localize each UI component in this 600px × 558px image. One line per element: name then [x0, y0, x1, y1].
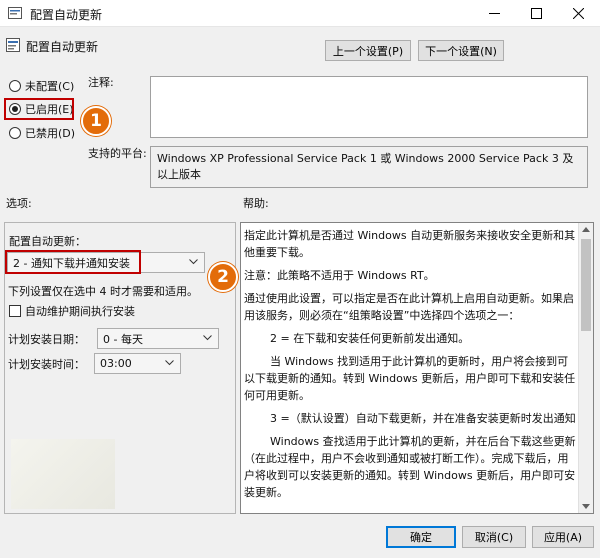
radio-dot	[9, 80, 21, 92]
help-paragraph: 2 = 在下载和安装任何更新前发出通知。	[270, 332, 470, 345]
configure-highlight-box	[5, 250, 141, 274]
policy-setting-icon	[6, 38, 20, 52]
options-panel: 配置自动更新： 2 - 通知下载并通知安装 下列设置仅在选中 4 时才需要和适用…	[4, 222, 236, 514]
chevron-down-icon	[203, 335, 212, 341]
maintenance-checkbox[interactable]: 自动维护期间执行安装	[9, 303, 135, 319]
radio-not-configured[interactable]: 未配置(C)	[9, 78, 74, 94]
time-label: 计划安装时间：	[8, 358, 85, 371]
day-select-value: 0 - 每天	[103, 332, 143, 346]
help-paragraph: 当 Windows 找到适用于此计算机的更新时，用户将会接到可以下载更新的通知。…	[244, 355, 576, 402]
day-select[interactable]: 0 - 每天	[97, 328, 219, 349]
policy-app-icon	[8, 7, 22, 19]
help-paragraph: 指定此计算机是否通过 Windows 自动更新服务来接收安全更新和其他重要下载。	[244, 229, 576, 259]
platform-value: Windows XP Professional Service Pack 1 或…	[150, 146, 588, 188]
help-text: 指定此计算机是否通过 Windows 自动更新服务来接收安全更新和其他重要下载。…	[244, 227, 577, 507]
platform-label: 支持的平台:	[88, 147, 147, 160]
scroll-up-icon	[582, 227, 590, 232]
help-paragraph: 通过使用此设置，可以指定是否在此计算机上启用自动更新。如果启用该服务，则必须在“…	[244, 292, 574, 322]
comment-label: 注释:	[88, 76, 114, 89]
options-note: 下列设置仅在选中 4 时才需要和适用。	[8, 285, 198, 298]
comment-textarea[interactable]	[150, 76, 588, 138]
checkbox-label: 自动维护期间执行安装	[25, 305, 135, 318]
enabled-highlight-box	[4, 98, 74, 120]
help-scrollbar[interactable]	[578, 223, 593, 513]
help-paragraph: 3 =（默认设置）自动下载更新，并在准备安装更新时发出通知	[270, 412, 576, 425]
window-title: 配置自动更新	[30, 8, 103, 22]
help-panel: 指定此计算机是否通过 Windows 自动更新服务来接收安全更新和其他重要下载。…	[240, 222, 594, 514]
configure-label: 配置自动更新：	[9, 235, 86, 248]
annotation-badge-1: 1	[81, 106, 111, 136]
minimize-button[interactable]	[474, 0, 516, 27]
time-select-value: 03:00	[100, 357, 132, 370]
close-button[interactable]	[558, 0, 600, 27]
next-setting-button[interactable]: 下一个设置(N)	[418, 40, 504, 61]
scroll-down-icon	[582, 504, 590, 509]
setting-name: 配置自动更新	[26, 40, 99, 54]
radio-label: 已禁用(D)	[25, 127, 76, 140]
time-select[interactable]: 03:00	[94, 353, 181, 374]
day-label: 计划安装日期：	[8, 333, 85, 346]
close-icon	[573, 8, 584, 19]
maximize-icon	[531, 8, 542, 19]
radio-label: 未配置(C)	[25, 80, 75, 93]
radio-dot	[9, 127, 21, 139]
help-paragraph: Windows 查找适用于此计算机的更新，并在后台下载这些更新（在此过程中，用户…	[244, 435, 576, 499]
prev-setting-button[interactable]: 上一个设置(P)	[325, 40, 411, 61]
apply-button[interactable]: 应用(A)	[532, 526, 594, 548]
annotation-badge-2: 2	[208, 262, 238, 292]
maximize-button[interactable]	[516, 0, 558, 27]
ok-button[interactable]: 确定	[386, 526, 456, 548]
cancel-button[interactable]: 取消(C)	[462, 526, 526, 548]
minimize-icon	[489, 13, 500, 14]
chevron-down-icon	[189, 259, 198, 265]
help-paragraph: 注意：此策略不适用于 Windows RT。	[244, 269, 435, 282]
blank-image-area	[11, 439, 115, 509]
options-label: 选项:	[6, 197, 32, 210]
radio-disabled[interactable]: 已禁用(D)	[9, 125, 75, 141]
checkbox-box	[9, 305, 21, 317]
title-bar: 配置自动更新	[0, 0, 600, 27]
help-label: 帮助:	[243, 197, 269, 210]
scrollbar-thumb[interactable]	[581, 239, 591, 331]
chevron-down-icon	[165, 360, 174, 366]
